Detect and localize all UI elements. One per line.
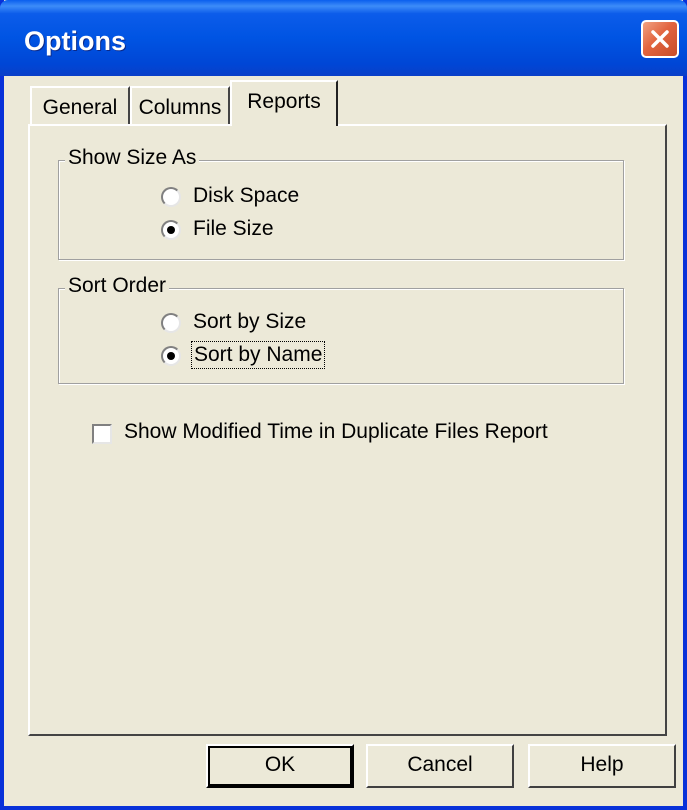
show-modified-time-label: Show Modified Time in Duplicate Files Re… bbox=[124, 420, 548, 443]
radio-button[interactable] bbox=[161, 313, 181, 333]
options-dialog: Options General Columns Reports Show Siz… bbox=[0, 0, 687, 810]
cancel-button[interactable]: Cancel bbox=[366, 744, 514, 788]
radio-selected-dot bbox=[167, 226, 175, 234]
radio-label-sort-by-size: Sort by Size bbox=[193, 310, 307, 333]
show-size-as-group: Show Size As Disk Space File Size bbox=[58, 146, 624, 260]
title-bar[interactable]: Options bbox=[0, 0, 687, 76]
close-button[interactable] bbox=[641, 20, 679, 58]
radio-label-sort-by-name: Sort by Name bbox=[190, 341, 326, 369]
help-button[interactable]: Help bbox=[528, 744, 676, 788]
show-size-as-legend: Show Size As bbox=[65, 146, 200, 170]
tab-columns[interactable]: Columns bbox=[130, 86, 230, 126]
show-modified-time-checkbox[interactable] bbox=[92, 424, 112, 444]
radio-button[interactable] bbox=[161, 346, 181, 366]
radio-selected-dot bbox=[167, 352, 175, 360]
sort-order-legend: Sort Order bbox=[65, 274, 170, 298]
ok-button[interactable]: OK bbox=[206, 744, 354, 788]
tab-panel-reports: Show Size As Disk Space File Size Sort O… bbox=[28, 124, 667, 736]
sort-order-group: Sort Order Sort by Size Sort by Name bbox=[58, 274, 624, 384]
radio-button[interactable] bbox=[161, 187, 181, 207]
radio-label-disk-space: Disk Space bbox=[193, 184, 300, 207]
radio-button[interactable] bbox=[161, 220, 181, 240]
tab-general[interactable]: General bbox=[30, 86, 130, 126]
tab-reports[interactable]: Reports bbox=[230, 80, 338, 126]
close-icon bbox=[651, 30, 669, 48]
window-title: Options bbox=[24, 26, 126, 56]
radio-label-file-size: File Size bbox=[193, 217, 274, 240]
